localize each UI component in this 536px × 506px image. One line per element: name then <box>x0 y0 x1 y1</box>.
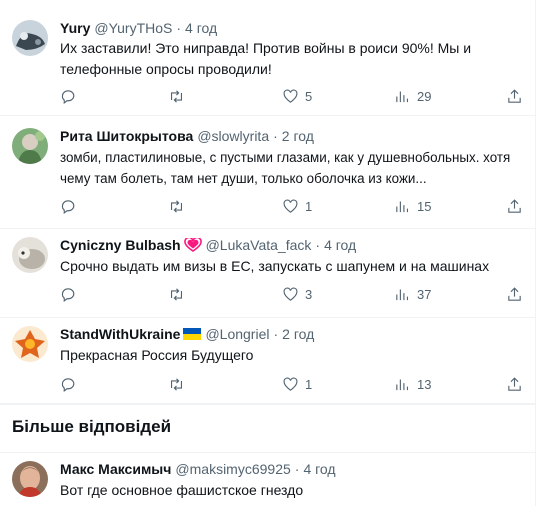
ukraine-flag-icon <box>183 328 202 340</box>
section-divider <box>0 404 535 405</box>
share-icon <box>508 88 521 103</box>
display-name[interactable]: Макс Максимыч <box>60 461 171 477</box>
display-name[interactable]: Cyniczny Bulbash <box>60 237 181 253</box>
reply-button[interactable] <box>60 196 83 216</box>
like-button[interactable]: 3 <box>282 284 312 304</box>
display-name[interactable]: Yury <box>60 20 90 36</box>
reply-icon <box>61 89 75 104</box>
avatar[interactable] <box>12 20 48 56</box>
tweet-header: Yury @YuryTHoS · 4 год <box>60 18 217 38</box>
like-count: 1 <box>305 376 313 392</box>
display-name[interactable]: Рита Шитокрытова <box>60 128 193 144</box>
retweet-icon <box>170 199 183 213</box>
tweet-header: StandWithUkraine @Longriel · 2 год <box>60 324 314 344</box>
view-count: 13 <box>417 376 432 392</box>
tweet-text: Прекрасная Россия Будущего <box>60 347 254 363</box>
heart-icon <box>283 88 298 103</box>
tweet-text: Их заставили! Это ниправда! Против войны… <box>60 40 472 77</box>
action-bar: 1 13 <box>60 374 528 394</box>
share-button[interactable] <box>506 374 523 394</box>
heart-badge-icon <box>183 238 202 252</box>
views-button[interactable]: 13 <box>394 374 431 394</box>
timestamp[interactable]: 4 год <box>303 461 335 477</box>
more-replies-heading: Більше відповідей <box>12 417 172 436</box>
retweet-button[interactable] <box>168 284 191 304</box>
reply-button[interactable] <box>60 374 83 394</box>
tweet-header: Cyniczny Bulbash @LukaVata_fack · 4 год <box>60 235 356 255</box>
like-count: 1 <box>305 198 313 214</box>
share-button[interactable] <box>506 196 523 216</box>
like-button[interactable]: 1 <box>282 196 312 216</box>
avatar[interactable] <box>12 128 48 164</box>
reply-icon <box>61 199 75 214</box>
view-count: 15 <box>417 198 432 214</box>
retweet-button[interactable] <box>168 196 191 216</box>
like-button[interactable]: 5 <box>282 86 312 106</box>
tweet-header: Макс Максимыч @maksimyc69925 · 4 год <box>60 459 336 479</box>
views-button[interactable]: 29 <box>394 86 431 106</box>
reply-icon <box>61 377 75 392</box>
retweet-icon <box>170 89 183 103</box>
like-count: 5 <box>305 88 313 104</box>
share-icon <box>508 376 521 391</box>
heart-icon <box>283 198 298 213</box>
heart-icon <box>283 286 298 301</box>
avatar[interactable] <box>12 237 48 273</box>
share-icon <box>508 198 521 213</box>
separator-dot: · <box>315 237 321 253</box>
like-count: 3 <box>305 286 313 302</box>
views-button[interactable]: 15 <box>394 196 431 216</box>
reply-tweet[interactable]: StandWithUkraine @Longriel · 2 год Прекр… <box>0 318 535 404</box>
tweet-text: Срочно выдать им визы в ЕС, запускать с … <box>60 258 490 274</box>
share-button[interactable] <box>506 284 523 304</box>
reply-tweet[interactable]: Макс Максимыч @maksimyc69925 · 4 год Вот… <box>0 452 535 506</box>
action-bar: 1 15 <box>60 196 528 216</box>
retweet-icon <box>170 287 183 301</box>
share-icon <box>508 286 521 301</box>
avatar[interactable] <box>12 461 48 497</box>
reply-button[interactable] <box>60 284 83 304</box>
reply-tweet[interactable]: Рита Шитокрытова @slowlyrita · 2 год зом… <box>0 116 535 229</box>
retweet-button[interactable] <box>168 374 191 394</box>
view-count: 29 <box>417 88 432 104</box>
timestamp[interactable]: 4 год <box>324 237 356 253</box>
action-bar: 5 29 <box>60 86 528 106</box>
views-icon <box>396 201 409 212</box>
user-handle[interactable]: @slowlyrita <box>197 128 269 144</box>
timestamp[interactable]: 4 год <box>185 20 217 36</box>
timestamp[interactable]: 2 год <box>282 128 314 144</box>
timestamp[interactable]: 2 год <box>282 326 314 342</box>
retweet-button[interactable] <box>168 86 191 106</box>
avatar[interactable] <box>12 326 48 362</box>
user-handle[interactable]: @maksimyc69925 <box>175 461 290 477</box>
reply-tweet[interactable]: Cyniczny Bulbash @LukaVata_fack · 4 год … <box>0 229 535 318</box>
separator-dot: · <box>273 128 278 144</box>
tweet-header: Рита Шитокрытова @slowlyrita · 2 год <box>60 126 314 146</box>
tweet-text: зомби, пластилиновые, с пустыми глазами,… <box>60 150 511 186</box>
reply-tweet[interactable]: Yury @YuryTHoS · 4 год Их заставили! Это… <box>0 0 535 116</box>
separator-dot: · <box>273 326 279 342</box>
views-icon <box>396 91 409 102</box>
tweet-text: Вот где основное фашистское гнездо <box>60 482 304 498</box>
reply-button[interactable] <box>60 86 83 106</box>
views-icon <box>396 289 409 300</box>
heart-icon <box>283 376 298 391</box>
views-icon <box>396 379 409 390</box>
user-handle[interactable]: @YuryTHoS <box>94 20 172 36</box>
display-name[interactable]: StandWithUkraine <box>60 326 180 342</box>
views-button[interactable]: 37 <box>394 284 431 304</box>
user-handle[interactable]: @LukaVata_fack <box>206 237 312 253</box>
retweet-icon <box>170 377 183 391</box>
separator-dot: · <box>176 20 182 36</box>
view-count: 37 <box>417 286 432 302</box>
user-handle[interactable]: @Longriel <box>205 326 269 342</box>
separator-dot: · <box>294 461 300 477</box>
share-button[interactable] <box>506 86 523 106</box>
action-bar: 3 37 <box>60 284 528 304</box>
reply-icon <box>61 287 75 302</box>
like-button[interactable]: 1 <box>282 374 312 394</box>
